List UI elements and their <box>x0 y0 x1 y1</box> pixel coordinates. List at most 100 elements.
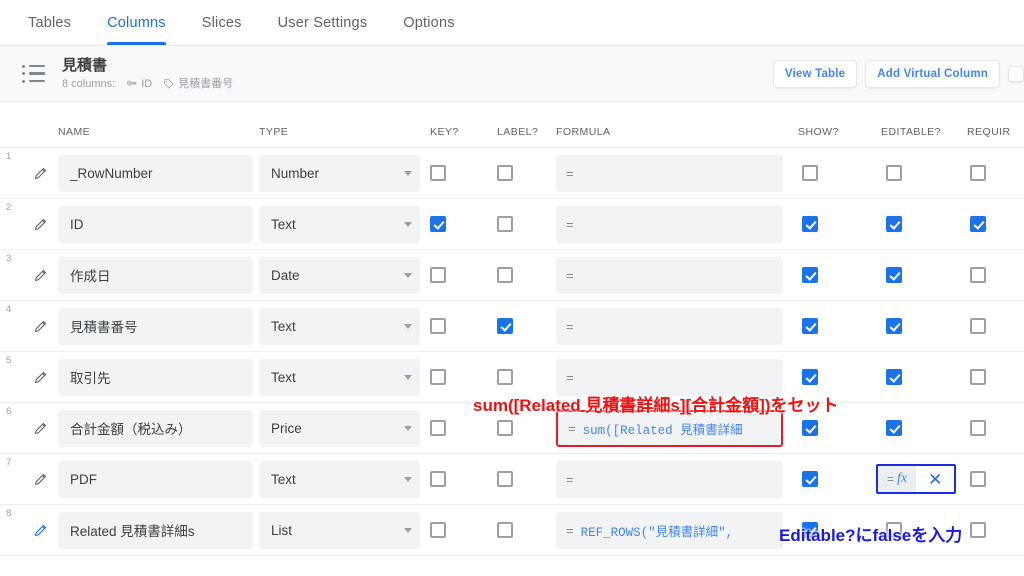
editable-checkbox[interactable] <box>886 165 902 181</box>
column-name-cell[interactable]: 合計金額（税込み） <box>58 409 253 447</box>
editable-cell[interactable] <box>867 369 953 385</box>
formula-input[interactable]: = <box>556 256 783 294</box>
column-type-select[interactable]: Text <box>259 358 420 396</box>
key-checkbox[interactable] <box>430 318 446 334</box>
formula-input[interactable]: = sum([Related 見積書詳細 <box>556 409 783 447</box>
key-checkbox[interactable] <box>430 522 446 538</box>
table-row[interactable]: 7 PDF Text = = fx ✕ <box>0 454 1024 505</box>
editable-checkbox[interactable] <box>886 369 902 385</box>
require-cell[interactable] <box>953 165 1024 181</box>
formula-input[interactable]: = <box>556 358 783 396</box>
label-checkbox[interactable] <box>497 216 513 232</box>
require-cell[interactable] <box>953 522 1024 538</box>
label-cell[interactable] <box>492 267 548 283</box>
editable-checkbox[interactable] <box>886 522 902 538</box>
key-checkbox[interactable] <box>430 471 446 487</box>
editable-cell[interactable] <box>867 318 953 334</box>
editable-cell[interactable] <box>867 522 953 538</box>
column-type-cell[interactable]: Text <box>253 358 420 396</box>
table-row[interactable]: 3 作成日 Date = <box>0 250 1024 301</box>
require-checkbox[interactable] <box>970 267 986 283</box>
column-name-cell[interactable]: Related 見積書詳細s <box>58 511 253 549</box>
show-cell[interactable] <box>783 216 867 232</box>
column-name-cell[interactable]: 作成日 <box>58 256 253 294</box>
show-cell[interactable] <box>783 267 867 283</box>
column-name-input[interactable]: 見積書番号 <box>58 307 253 345</box>
formula-cell[interactable]: = REF_ROWS("見積書詳細", <box>548 511 783 549</box>
close-icon[interactable]: ✕ <box>916 466 954 492</box>
column-name-input[interactable]: 取引先 <box>58 358 253 396</box>
show-checkbox[interactable] <box>802 267 818 283</box>
editable-checkbox[interactable] <box>886 318 902 334</box>
column-type-cell[interactable]: Price <box>253 409 420 447</box>
require-cell[interactable] <box>953 420 1024 436</box>
show-checkbox[interactable] <box>802 471 818 487</box>
column-type-select[interactable]: Text <box>259 460 420 498</box>
column-type-select[interactable]: List <box>259 511 420 549</box>
view-table-button[interactable]: View Table <box>772 59 858 88</box>
label-checkbox[interactable] <box>497 165 513 181</box>
table-row[interactable]: 1 _RowNumber Number = <box>0 148 1024 199</box>
pencil-icon[interactable] <box>33 472 48 487</box>
column-name-input[interactable]: Related 見積書詳細s <box>58 511 253 549</box>
formula-cell[interactable]: = <box>548 256 783 294</box>
edit-column-button[interactable] <box>22 370 58 385</box>
label-checkbox[interactable] <box>497 369 513 385</box>
key-cell[interactable] <box>420 369 492 385</box>
table-row[interactable]: 8 Related 見積書詳細s List = REF_ROWS("見積書詳細", <box>0 505 1024 556</box>
key-cell[interactable] <box>420 471 492 487</box>
key-checkbox[interactable] <box>430 165 446 181</box>
label-cell[interactable] <box>492 471 548 487</box>
pencil-icon[interactable] <box>33 319 48 334</box>
require-checkbox[interactable] <box>970 420 986 436</box>
key-checkbox[interactable] <box>430 216 446 232</box>
formula-icon[interactable]: = fx <box>878 466 917 492</box>
label-cell[interactable] <box>492 369 548 385</box>
show-cell[interactable] <box>783 471 867 487</box>
key-checkbox[interactable] <box>430 420 446 436</box>
edit-column-button[interactable] <box>22 268 58 283</box>
tab-columns[interactable]: Columns <box>89 0 184 45</box>
show-checkbox[interactable] <box>802 420 818 436</box>
edit-column-button[interactable] <box>22 319 58 334</box>
table-row[interactable]: 6 合計金額（税込み） Price = sum([Related 見積書詳細 <box>0 403 1024 454</box>
show-cell[interactable] <box>783 420 867 436</box>
require-checkbox[interactable] <box>970 165 986 181</box>
edit-column-button[interactable] <box>22 421 58 436</box>
pencil-icon[interactable] <box>33 268 48 283</box>
column-type-cell[interactable]: Text <box>253 205 420 243</box>
column-name-input[interactable]: ID <box>58 205 253 243</box>
key-checkbox[interactable] <box>430 369 446 385</box>
require-checkbox[interactable] <box>970 471 986 487</box>
key-cell[interactable] <box>420 267 492 283</box>
column-type-cell[interactable]: Number <box>253 154 420 192</box>
formula-cell[interactable]: = <box>548 307 783 345</box>
column-name-input[interactable]: _RowNumber <box>58 154 253 192</box>
tab-user-settings[interactable]: User Settings <box>260 0 386 45</box>
show-cell[interactable] <box>783 369 867 385</box>
formula-cell[interactable]: = <box>548 358 783 396</box>
label-checkbox[interactable] <box>497 522 513 538</box>
column-type-select[interactable]: Text <box>259 205 420 243</box>
formula-input[interactable]: = <box>556 460 783 498</box>
table-row[interactable]: 5 取引先 Text = <box>0 352 1024 403</box>
column-type-select[interactable]: Text <box>259 307 420 345</box>
editable-cell[interactable] <box>867 420 953 436</box>
column-type-select[interactable]: Date <box>259 256 420 294</box>
edit-column-button[interactable] <box>22 217 58 232</box>
column-type-select[interactable]: Price <box>259 409 420 447</box>
require-checkbox[interactable] <box>970 522 986 538</box>
pencil-icon[interactable] <box>33 523 48 538</box>
formula-input[interactable]: = REF_ROWS("見積書詳細", <box>556 511 783 549</box>
column-name-cell[interactable]: PDF <box>58 460 253 498</box>
key-cell[interactable] <box>420 420 492 436</box>
require-cell[interactable] <box>953 369 1024 385</box>
editable-cell[interactable]: = fx ✕ <box>867 464 957 494</box>
label-cell[interactable] <box>492 420 548 436</box>
add-virtual-column-button[interactable]: Add Virtual Column <box>865 59 1000 88</box>
edit-column-button[interactable] <box>22 523 58 538</box>
show-cell[interactable] <box>783 165 867 181</box>
formula-input[interactable]: = <box>556 205 783 243</box>
label-checkbox[interactable] <box>497 318 513 334</box>
require-cell[interactable] <box>953 267 1024 283</box>
